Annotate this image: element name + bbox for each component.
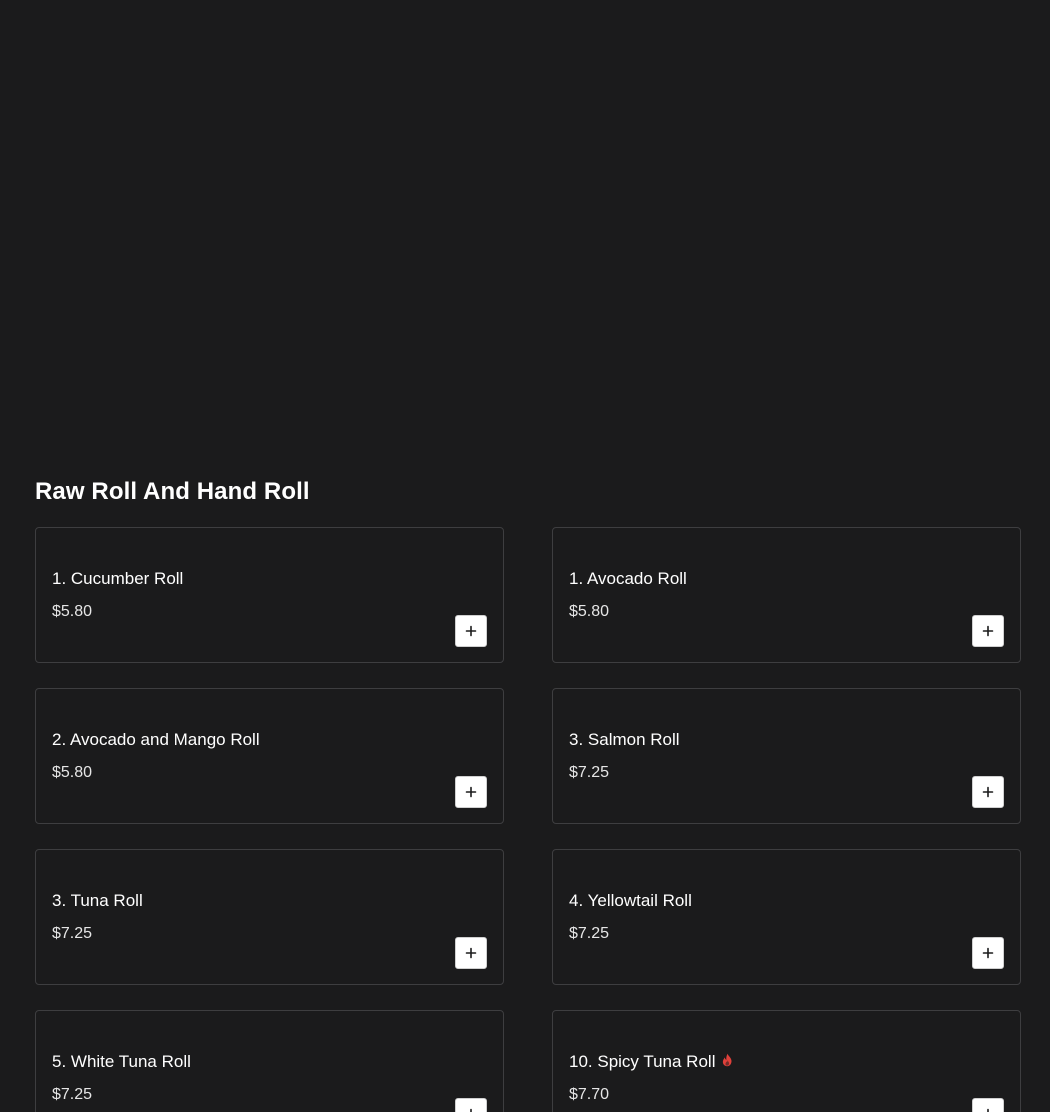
- menu-item-name: 3. Salmon Roll: [569, 730, 680, 750]
- section-title: Raw Roll And Hand Roll: [35, 478, 310, 505]
- menu-item-card[interactable]: 2. Avocado and Mango Roll $5.80: [35, 688, 504, 824]
- plus-icon: [470, 1108, 472, 1112]
- menu-item-name-text: 3. Salmon Roll: [569, 730, 680, 749]
- menu-item-card[interactable]: 3. Salmon Roll $7.25: [552, 688, 1021, 824]
- menu-item-name: 10. Spicy Tuna Roll: [569, 1052, 734, 1072]
- menu-item-card[interactable]: 5. White Tuna Roll $7.25: [35, 1010, 504, 1112]
- plus-icon: [982, 625, 994, 637]
- menu-item-name-text: 3. Tuna Roll: [52, 891, 143, 910]
- menu-item-card[interactable]: 1. Avocado Roll $5.80: [552, 527, 1021, 663]
- plus-icon: [465, 625, 477, 637]
- menu-item-name: 2. Avocado and Mango Roll: [52, 730, 260, 750]
- menu-item-name-text: 10. Spicy Tuna Roll: [569, 1052, 716, 1071]
- menu-item-card[interactable]: 3. Tuna Roll $7.25: [35, 849, 504, 985]
- menu-item-card[interactable]: 10. Spicy Tuna Roll $7.70: [552, 1010, 1021, 1112]
- plus-icon: [987, 1108, 989, 1112]
- menu-item-price: $7.25: [569, 925, 610, 942]
- plus-icon: [465, 786, 477, 798]
- add-to-cart-button[interactable]: [455, 937, 487, 969]
- menu-item-name: 3. Tuna Roll: [52, 891, 143, 911]
- menu-item-name-text: 1. Cucumber Roll: [52, 569, 184, 588]
- menu-item-name-text: 4. Yellowtail Roll: [569, 891, 692, 910]
- menu-item-price: $5.80: [569, 603, 610, 620]
- menu-item-price: $7.25: [52, 1086, 93, 1103]
- add-to-cart-button[interactable]: [455, 615, 487, 647]
- add-to-cart-button[interactable]: [972, 615, 1004, 647]
- menu-item-card[interactable]: 1. Cucumber Roll $5.80: [35, 527, 504, 663]
- menu-item-price: $7.70: [569, 1086, 610, 1103]
- menu-item-name: 1. Cucumber Roll: [52, 569, 183, 589]
- menu-item-price: $7.25: [52, 925, 93, 942]
- flame-icon: [721, 1052, 734, 1072]
- add-to-cart-button[interactable]: [455, 776, 487, 808]
- menu-item-name: 4. Yellowtail Roll: [569, 891, 692, 911]
- add-to-cart-button[interactable]: [972, 1098, 1004, 1112]
- menu-item-name-text: 1. Avocado Roll: [569, 569, 687, 588]
- menu-item-price: $7.25: [569, 764, 610, 781]
- menu-page: Raw Roll And Hand Roll 1. Cucumber Roll …: [0, 0, 1050, 1112]
- add-to-cart-button[interactable]: [972, 776, 1004, 808]
- plus-icon: [982, 947, 994, 959]
- menu-item-price: $5.80: [52, 764, 93, 781]
- menu-item-card[interactable]: 4. Yellowtail Roll $7.25: [552, 849, 1021, 985]
- add-to-cart-button[interactable]: [455, 1098, 487, 1112]
- menu-item-name: 1. Avocado Roll: [569, 569, 687, 589]
- menu-item-name: 5. White Tuna Roll: [52, 1052, 191, 1072]
- menu-item-name-text: 2. Avocado and Mango Roll: [52, 730, 260, 749]
- menu-item-name-text: 5. White Tuna Roll: [52, 1052, 191, 1071]
- menu-items-grid: 1. Cucumber Roll $5.80 1. Avocado Roll $…: [35, 527, 1021, 1112]
- menu-item-price: $5.80: [52, 603, 93, 620]
- plus-icon: [465, 947, 477, 959]
- add-to-cart-button[interactable]: [972, 937, 1004, 969]
- plus-icon: [982, 786, 994, 798]
